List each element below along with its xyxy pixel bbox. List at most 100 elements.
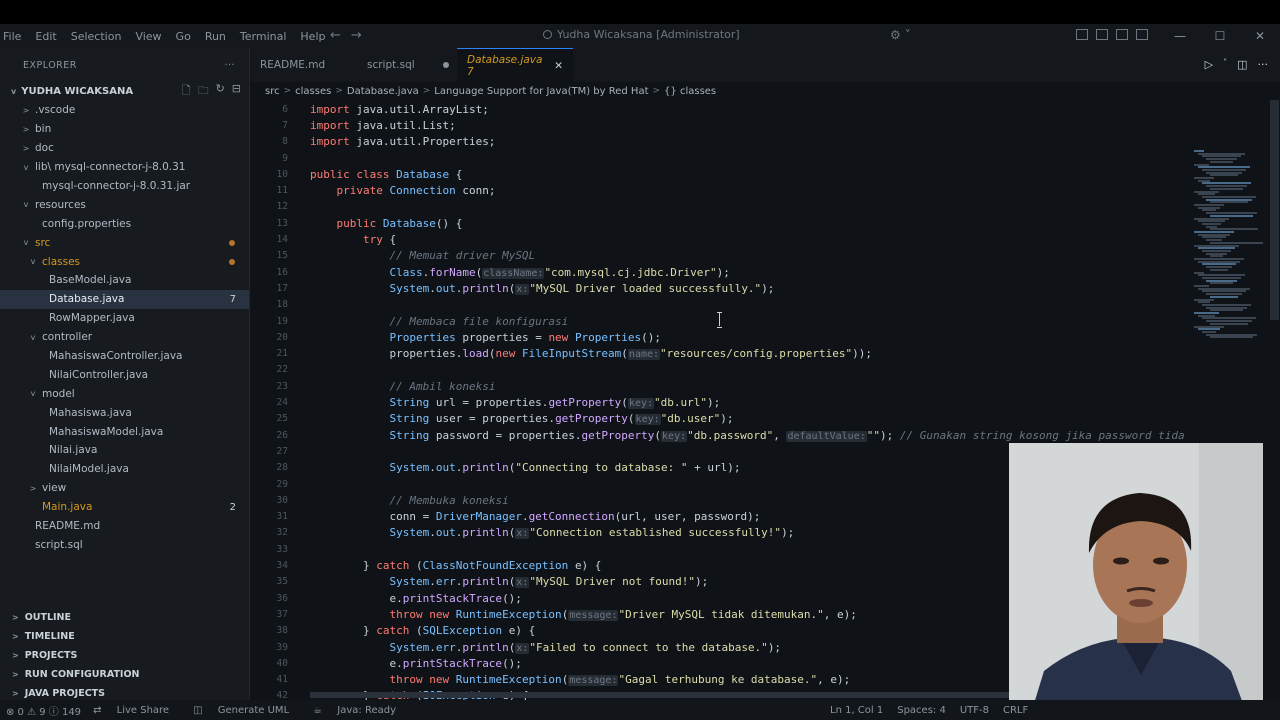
line-ending[interactable]: CRLF — [1003, 705, 1028, 716]
more-actions-icon[interactable]: ··· — [224, 60, 235, 71]
code-line[interactable]: 20 Properties properties = new Propertie… — [250, 329, 1190, 345]
problems-indicator[interactable]: ⊗ 0 ⚠ 9 ⓘ 149 — [6, 703, 81, 718]
tree-item[interactable]: > view — [0, 479, 249, 498]
code-line[interactable]: 8 import java.util.Properties; — [250, 134, 1190, 150]
close-icon[interactable]: ✕ — [1240, 24, 1280, 48]
command-center-search[interactable]: Yudha Wicaksana [Administrator] — [543, 28, 740, 41]
menu-item-run[interactable]: Run — [200, 30, 235, 43]
menu-item-terminal[interactable]: Terminal — [235, 30, 296, 43]
tree-item[interactable]: MahasiswaModel.java — [0, 422, 249, 441]
split-editor-icon[interactable]: ◫ — [1237, 58, 1247, 71]
tree-item[interactable]: RowMapper.java — [0, 309, 249, 328]
new-file-icon[interactable]: 🗋 — [182, 82, 191, 101]
tree-item[interactable]: script.sql — [0, 535, 249, 554]
breadcrumb-item[interactable]: src — [265, 86, 280, 97]
code-line[interactable]: 23 // Ambil koneksi — [250, 378, 1190, 394]
section-outline[interactable]: > OUTLINE — [0, 608, 250, 627]
menu-item-help[interactable]: Help — [295, 30, 334, 43]
breadcrumb-item[interactable]: {} classes — [664, 86, 716, 97]
code-line[interactable]: 22 — [250, 362, 1190, 378]
java-status[interactable]: ☕ Java: Ready — [313, 705, 408, 716]
live-share-button[interactable]: ⇄ Live Share — [93, 705, 181, 716]
breadcrumb-item[interactable]: Language Support for Java(TM) by Red Hat — [434, 86, 648, 97]
collapse-all-icon[interactable]: ⊟ — [232, 82, 241, 101]
code-line[interactable]: 21 properties.load(new FileInputStream(n… — [250, 346, 1190, 362]
menu-item-file[interactable]: File — [0, 30, 30, 43]
code-line[interactable]: 15 // Memuat driver MySQL — [250, 248, 1190, 264]
tree-item[interactable]: > .vscode — [0, 101, 249, 120]
code-line[interactable]: 10 public class Database { — [250, 166, 1190, 182]
tree-item[interactable]: v lib\ mysql-connector-j-8.0.31 — [0, 158, 249, 177]
code-line[interactable]: 17 System.out.println(x:"MySQL Driver lo… — [250, 280, 1190, 296]
code-line[interactable]: 24 String url = properties.getProperty(k… — [250, 394, 1190, 410]
tree-item[interactable]: NilaiController.java — [0, 365, 249, 384]
code-line[interactable]: 12 — [250, 199, 1190, 215]
code-line[interactable]: 7 import java.util.List; — [250, 117, 1190, 133]
code-line[interactable]: 6 import java.util.ArrayList; — [250, 101, 1190, 117]
code-line[interactable]: 25 String user = properties.getProperty(… — [250, 411, 1190, 427]
vertical-scrollbar[interactable] — [1270, 100, 1279, 320]
tree-item[interactable]: mysql-connector-j-8.0.31.jar — [0, 177, 249, 196]
code-line[interactable]: 9 — [250, 150, 1190, 166]
tree-item[interactable]: Mahasiswa.java — [0, 403, 249, 422]
customize-layout-icon[interactable] — [1076, 29, 1088, 40]
tab-script-sql[interactable]: script.sql — [357, 48, 457, 82]
tree-item[interactable]: BaseModel.java — [0, 271, 249, 290]
breadcrumb-item[interactable]: classes — [295, 86, 331, 97]
chevron-down-icon[interactable]: ˅ — [1223, 58, 1227, 71]
toggle-sidebar-icon[interactable] — [1096, 29, 1108, 40]
tree-item[interactable]: v src — [0, 233, 249, 252]
tree-item[interactable]: v resources — [0, 195, 249, 214]
forward-arrow-icon[interactable]: → — [351, 28, 372, 43]
back-arrow-icon[interactable]: ← — [330, 28, 351, 43]
breadcrumb-item[interactable]: Database.java — [347, 86, 419, 97]
tree-item[interactable]: v classes — [0, 252, 249, 271]
run-icon[interactable]: ▷ — [1205, 58, 1213, 71]
toggle-secondary-sidebar-icon[interactable] — [1136, 29, 1148, 40]
chevron-down-icon: v — [30, 389, 36, 399]
minimize-icon[interactable]: — — [1160, 24, 1200, 48]
layout-controls[interactable] — [1076, 29, 1148, 40]
encoding[interactable]: UTF-8 — [960, 705, 989, 716]
menu-item-view[interactable]: View — [130, 30, 170, 43]
tree-item[interactable]: Main.java 2 — [0, 498, 249, 517]
code-line[interactable]: 13 public Database() { — [250, 215, 1190, 231]
code-line[interactable]: 18 — [250, 297, 1190, 313]
code-line[interactable]: 11 private Connection conn; — [250, 183, 1190, 199]
tree-item[interactable]: README.md — [0, 517, 249, 536]
code-token: err — [435, 575, 456, 589]
code-line[interactable]: 26 String password = properties.getPrope… — [250, 427, 1190, 443]
tree-item[interactable]: > doc — [0, 139, 249, 158]
tab-database-java[interactable]: Database.java 7 ✕ — [457, 48, 573, 82]
section-run-configuration[interactable]: > RUN CONFIGURATION — [0, 665, 250, 684]
horizontal-scrollbar[interactable] — [310, 692, 1010, 698]
tree-item[interactable]: v controller — [0, 328, 249, 347]
menu-item-go[interactable]: Go — [171, 30, 200, 43]
generate-uml-button[interactable]: ◫ Generate UML — [193, 705, 301, 716]
tree-item[interactable]: > bin — [0, 120, 249, 139]
more-actions-icon[interactable]: ··· — [1258, 58, 1269, 71]
close-tab-icon[interactable]: ✕ — [554, 60, 563, 72]
tree-item[interactable]: config.properties — [0, 214, 249, 233]
refresh-icon[interactable]: ↻ — [216, 82, 225, 101]
copilot-icon[interactable]: ⚙ ˅ — [890, 28, 911, 42]
workspace-root[interactable]: v YUDHA WICAKSANA 🗋 🗀 ↻ ⊟ — [0, 82, 249, 101]
tab-readme[interactable]: README.md — [250, 48, 357, 82]
tree-item[interactable]: v model — [0, 384, 249, 403]
code-line[interactable]: 16 Class.forName(className:"com.mysql.cj… — [250, 264, 1190, 280]
indentation[interactable]: Spaces: 4 — [897, 705, 946, 716]
cursor-position[interactable]: Ln 1, Col 1 — [830, 705, 883, 716]
nav-arrows[interactable]: ←→ — [330, 28, 372, 43]
code-line[interactable]: 14 try { — [250, 231, 1190, 247]
menu-item-selection[interactable]: Selection — [66, 30, 131, 43]
tree-item[interactable]: Nilai.java — [0, 441, 249, 460]
section-projects[interactable]: > PROJECTS — [0, 646, 250, 665]
section-timeline[interactable]: > TIMELINE — [0, 627, 250, 646]
maximize-icon[interactable]: ☐ — [1200, 24, 1240, 48]
tree-item[interactable]: Database.java 7 — [0, 289, 249, 309]
new-folder-icon[interactable]: 🗀 — [198, 82, 209, 101]
tree-item[interactable]: NilaiModel.java — [0, 460, 249, 479]
toggle-panel-icon[interactable] — [1116, 29, 1128, 40]
tree-item[interactable]: MahasiswaController.java — [0, 347, 249, 366]
menu-item-edit[interactable]: Edit — [30, 30, 65, 43]
